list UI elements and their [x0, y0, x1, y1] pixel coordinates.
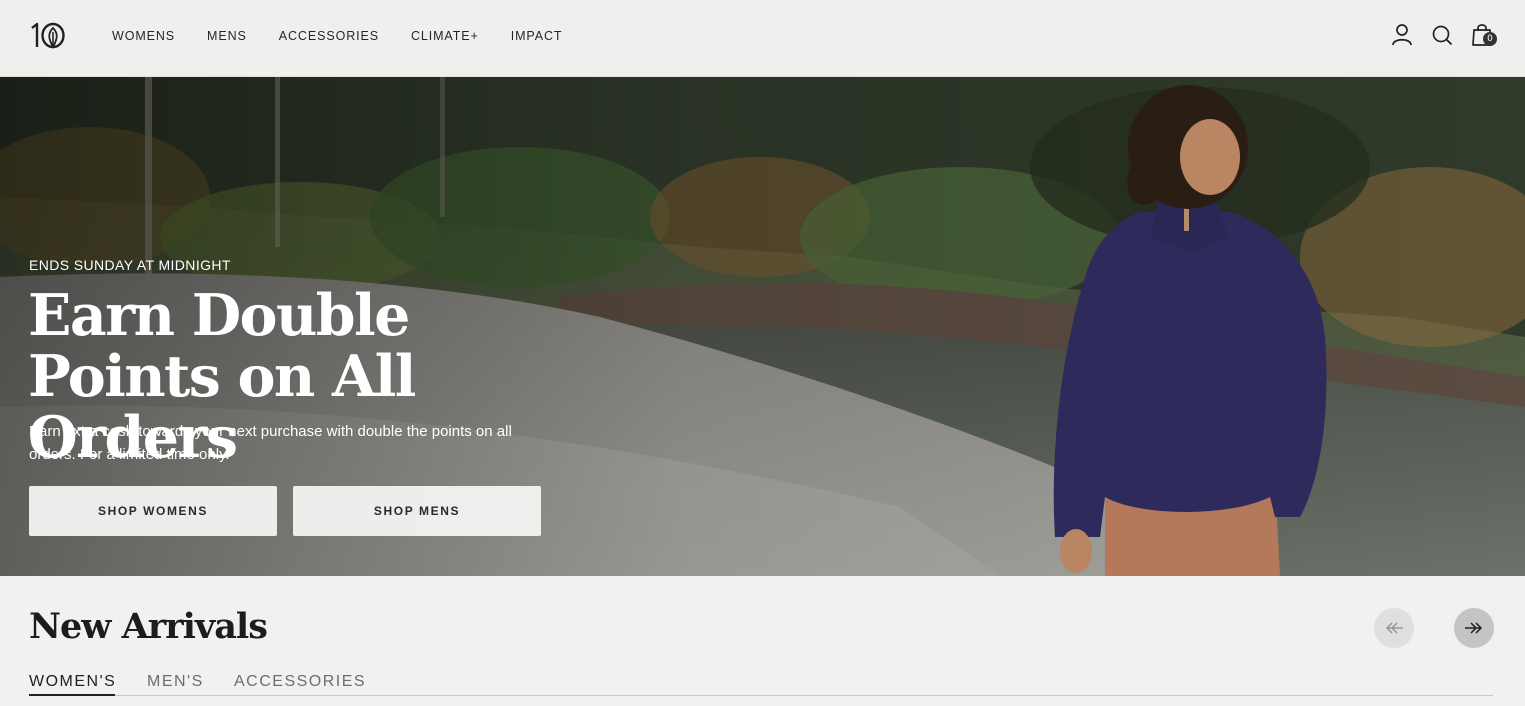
cart-count-badge: 0 [1483, 32, 1497, 46]
hero-description: Earn extra cash towards your next purcha… [29, 423, 512, 463]
active-tab-indicator [29, 694, 115, 696]
hero-eyebrow: ENDS SUNDAY AT MIDNIGHT [29, 257, 231, 273]
new-arrivals-title: New Arrivals [29, 606, 268, 647]
new-arrivals-tabs: WOMEN'S MEN'S ACCESSORIES [29, 664, 1493, 696]
account-icon[interactable] [1390, 22, 1414, 48]
tab-mens[interactable]: MEN'S [147, 673, 204, 691]
carousel-next-button[interactable] [1454, 608, 1494, 648]
shop-mens-button[interactable]: SHOP MENS [293, 486, 541, 536]
nav-mens[interactable]: MENS [207, 29, 247, 43]
search-icon[interactable] [1430, 22, 1454, 48]
hero-banner: ENDS SUNDAY AT MIDNIGHT Earn Double Poin… [0, 77, 1525, 576]
nav-climate-plus[interactable]: CLIMATE+ [411, 29, 479, 43]
nav-accessories[interactable]: ACCESSORIES [279, 29, 379, 43]
nav-womens[interactable]: WOMENS [112, 29, 175, 43]
site-header: WOMENS MENS ACCESSORIES CLIMATE+ IMPACT … [0, 0, 1525, 77]
main-nav: WOMENS MENS ACCESSORIES CLIMATE+ IMPACT [112, 0, 594, 72]
shop-womens-button[interactable]: SHOP WOMENS [29, 486, 277, 536]
arrow-right-icon [1465, 622, 1483, 634]
brand-logo[interactable] [28, 20, 66, 50]
nav-impact[interactable]: IMPACT [511, 29, 563, 43]
tab-accessories[interactable]: ACCESSORIES [234, 673, 366, 691]
arrow-left-icon [1385, 622, 1403, 634]
carousel-prev-button[interactable] [1374, 608, 1414, 648]
tab-womens[interactable]: WOMEN'S [29, 673, 116, 691]
